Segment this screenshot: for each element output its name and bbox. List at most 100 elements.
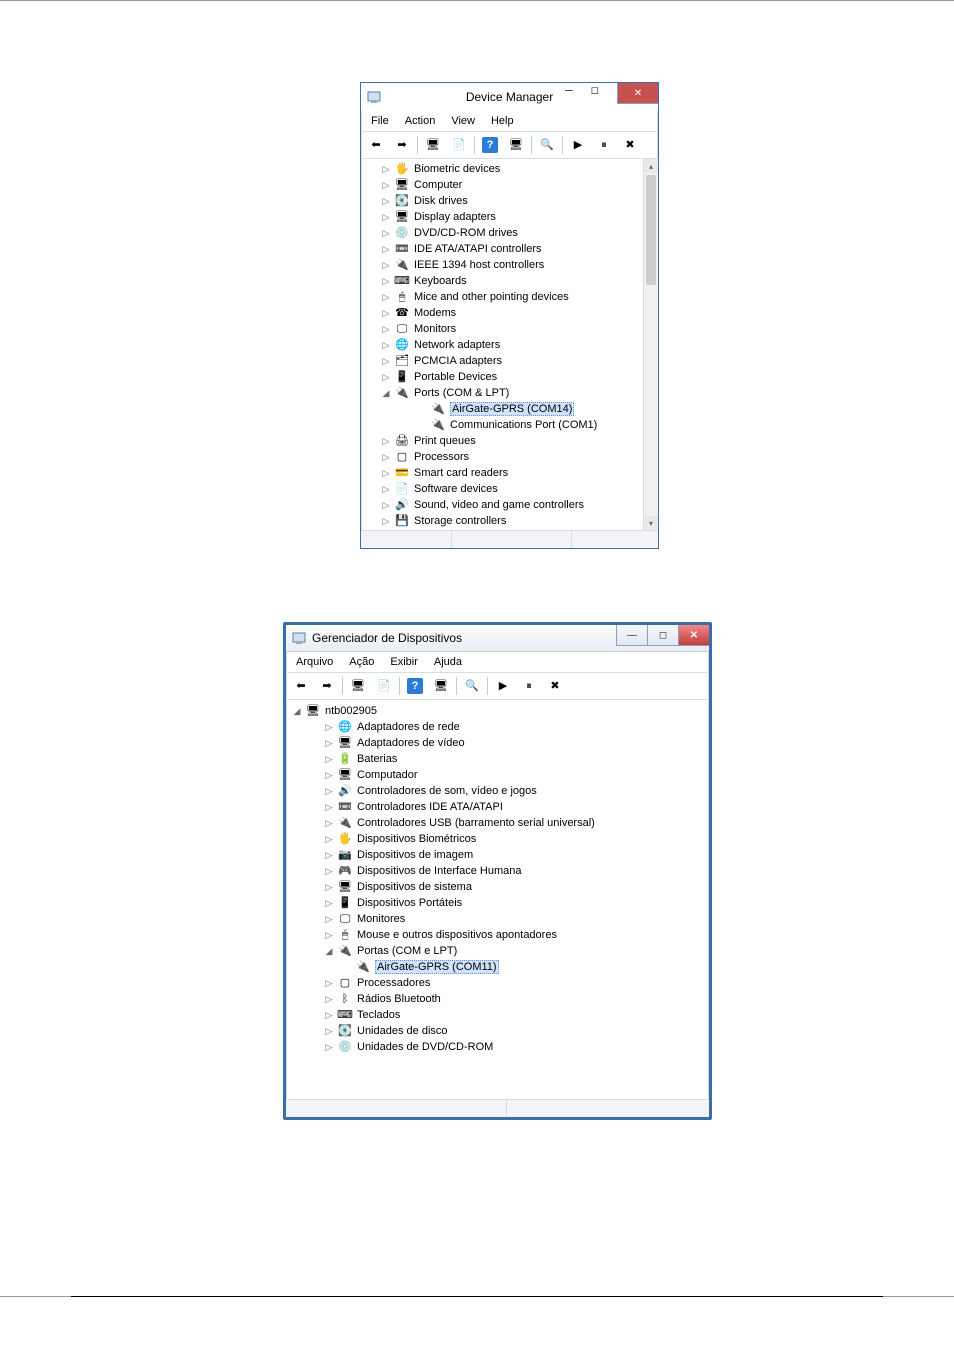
expand-toggle[interactable]: ▷ — [323, 914, 335, 925]
tree-item[interactable]: 🔌Communications Port (COM1) — [362, 417, 644, 433]
tree-item[interactable]: ▷🖨Print queues — [362, 433, 644, 449]
scan-icon[interactable]: 🔍 — [460, 674, 484, 698]
expand-toggle[interactable]: ▷ — [380, 244, 392, 255]
disable-icon[interactable]: ⏸ — [517, 674, 541, 698]
help-icon[interactable]: ? — [478, 133, 502, 157]
forward-icon[interactable]: ➡ — [390, 133, 414, 157]
tree-item[interactable]: ▷🔌IEEE 1394 host controllers — [362, 257, 644, 273]
expand-toggle[interactable]: ▷ — [380, 468, 392, 479]
expand-toggle[interactable]: ▷ — [380, 372, 392, 383]
menu-action[interactable]: Ação — [341, 654, 382, 670]
tree-item[interactable]: ▷🖥Computer — [362, 177, 644, 193]
expand-toggle[interactable]: ▷ — [380, 292, 392, 303]
tree-item[interactable]: ▷📼IDE ATA/ATAPI controllers — [362, 241, 644, 257]
tree-item[interactable]: ▷💾Storage controllers — [362, 513, 644, 529]
tree-item[interactable]: ▷🖥Display adapters — [362, 209, 644, 225]
tree-item[interactable]: ▷▢Processors — [362, 449, 644, 465]
expand-toggle[interactable]: ▷ — [380, 180, 392, 191]
tree-item[interactable]: ▷💽Disk drives — [362, 193, 644, 209]
expand-toggle[interactable]: ▷ — [323, 802, 335, 813]
tree-item[interactable]: ▷🔊Sound, video and game controllers — [362, 497, 644, 513]
tree-item[interactable]: ▷🖵Monitores — [287, 911, 708, 927]
expand-toggle[interactable]: ▷ — [323, 882, 335, 893]
computer-icon[interactable]: 🖥 — [346, 674, 370, 698]
expand-toggle[interactable]: ▷ — [380, 164, 392, 175]
expand-toggle[interactable]: ▷ — [380, 212, 392, 223]
expand-toggle[interactable]: ▷ — [323, 754, 335, 765]
tree-item[interactable]: ▷📼Controladores IDE ATA/ATAPI — [287, 799, 708, 815]
menu-help[interactable]: Help — [483, 113, 522, 129]
menu-file[interactable]: Arquivo — [288, 654, 341, 670]
back-icon[interactable]: ⬅ — [289, 674, 313, 698]
expand-toggle[interactable]: ▷ — [323, 930, 335, 941]
expand-toggle[interactable]: ▷ — [380, 516, 392, 527]
tree-item[interactable]: ▷🎮Dispositivos de Interface Humana — [287, 863, 708, 879]
back-icon[interactable]: ⬅ — [364, 133, 388, 157]
expand-toggle[interactable]: ▷ — [380, 500, 392, 511]
tree-item[interactable]: ▷🔊Controladores de som, vídeo e jogos — [287, 783, 708, 799]
tree-item[interactable]: ▷💿Unidades de DVD/CD-ROM — [287, 1039, 708, 1055]
tree-item[interactable]: ▷🖐Dispositivos Biométricos — [287, 831, 708, 847]
tree-item[interactable]: ▷🔋Baterias — [287, 751, 708, 767]
tree-item[interactable]: ▷🖥Computador — [287, 767, 708, 783]
tree-item[interactable]: ▷🖥Dispositivos de sistema — [287, 879, 708, 895]
tree-item[interactable]: ▷💳Smart card readers — [362, 465, 644, 481]
tree-item[interactable]: ▷🔌Controladores USB (barramento serial u… — [287, 815, 708, 831]
close-button[interactable]: ✕ — [617, 83, 658, 104]
scroll-down-button[interactable]: ▾ — [644, 516, 658, 530]
menu-view[interactable]: Exibir — [382, 654, 426, 670]
expand-toggle[interactable]: ▷ — [323, 1010, 335, 1021]
tree-item[interactable]: ▷📄Software devices — [362, 481, 644, 497]
expand-toggle[interactable]: ▷ — [323, 818, 335, 829]
expand-toggle[interactable]: ▷ — [323, 1042, 335, 1053]
disable-icon[interactable]: ⏸ — [592, 133, 616, 157]
expand-toggle[interactable]: ▷ — [380, 324, 392, 335]
tree-item[interactable]: ▷📱Dispositivos Portáteis — [287, 895, 708, 911]
tree-item[interactable]: ▷ᛒRádios Bluetooth — [287, 991, 708, 1007]
tree-item[interactable]: ▷▢Processadores — [287, 975, 708, 991]
help-icon[interactable]: ? — [403, 674, 427, 698]
uninstall-icon[interactable]: ✖ — [618, 133, 642, 157]
expand-toggle[interactable]: ▷ — [323, 1026, 335, 1037]
properties-icon[interactable]: 📄 — [372, 674, 396, 698]
menu-view[interactable]: View — [443, 113, 483, 129]
scroll-up-button[interactable]: ▴ — [644, 159, 658, 173]
expand-toggle[interactable]: ▷ — [380, 260, 392, 271]
expand-toggle[interactable]: ▷ — [380, 340, 392, 351]
titlebar[interactable]: Device Manager — ◻ ✕ — [361, 83, 658, 111]
close-button[interactable]: ✕ — [678, 625, 709, 646]
tree-item[interactable]: ▷⌨Teclados — [287, 1007, 708, 1023]
device-tree[interactable]: ▷🖐Biometric devices▷🖥Computer▷💽Disk driv… — [362, 159, 644, 530]
enable-icon[interactable]: ▶ — [491, 674, 515, 698]
expand-toggle[interactable]: ▷ — [323, 994, 335, 1005]
tree-item[interactable]: ◢🔌Portas (COM e LPT) — [287, 943, 708, 959]
tree-item[interactable]: ▷⌨Keyboards — [362, 273, 644, 289]
tree-item[interactable]: ▷🗂PCMCIA adapters — [362, 353, 644, 369]
expand-toggle[interactable]: ◢ — [323, 946, 335, 957]
scan-icon[interactable]: 🔍 — [535, 133, 559, 157]
expand-toggle[interactable]: ▷ — [380, 276, 392, 287]
tree-item[interactable]: ▷📱Portable Devices — [362, 369, 644, 385]
enable-icon[interactable]: ▶ — [566, 133, 590, 157]
expand-toggle[interactable]: ◢ — [380, 388, 392, 399]
tree-item[interactable]: ◢🔌Ports (COM & LPT) — [362, 385, 644, 401]
uninstall-icon[interactable]: ✖ — [543, 674, 567, 698]
expand-toggle[interactable]: ▷ — [380, 308, 392, 319]
expand-toggle[interactable]: ▷ — [323, 898, 335, 909]
tree-item[interactable]: ▷🖐Biometric devices — [362, 161, 644, 177]
tree-item[interactable]: ▷🖱Mice and other pointing devices — [362, 289, 644, 305]
tree-item[interactable]: ▷💽Unidades de disco — [287, 1023, 708, 1039]
expand-toggle[interactable]: ▷ — [323, 978, 335, 989]
expand-toggle[interactable]: ▷ — [380, 356, 392, 367]
menu-help[interactable]: Ajuda — [426, 654, 470, 670]
tree-item[interactable]: ▷☎Modems — [362, 305, 644, 321]
menu-file[interactable]: File — [363, 113, 397, 129]
menu-action[interactable]: Action — [397, 113, 444, 129]
forward-icon[interactable]: ➡ — [315, 674, 339, 698]
expand-toggle[interactable]: ▷ — [323, 722, 335, 733]
tree-item[interactable]: ▷🖵Monitors — [362, 321, 644, 337]
expand-toggle[interactable]: ▷ — [323, 834, 335, 845]
expand-toggle[interactable]: ▷ — [380, 196, 392, 207]
expand-toggle[interactable]: ▷ — [380, 484, 392, 495]
expand-toggle[interactable]: ▷ — [380, 452, 392, 463]
